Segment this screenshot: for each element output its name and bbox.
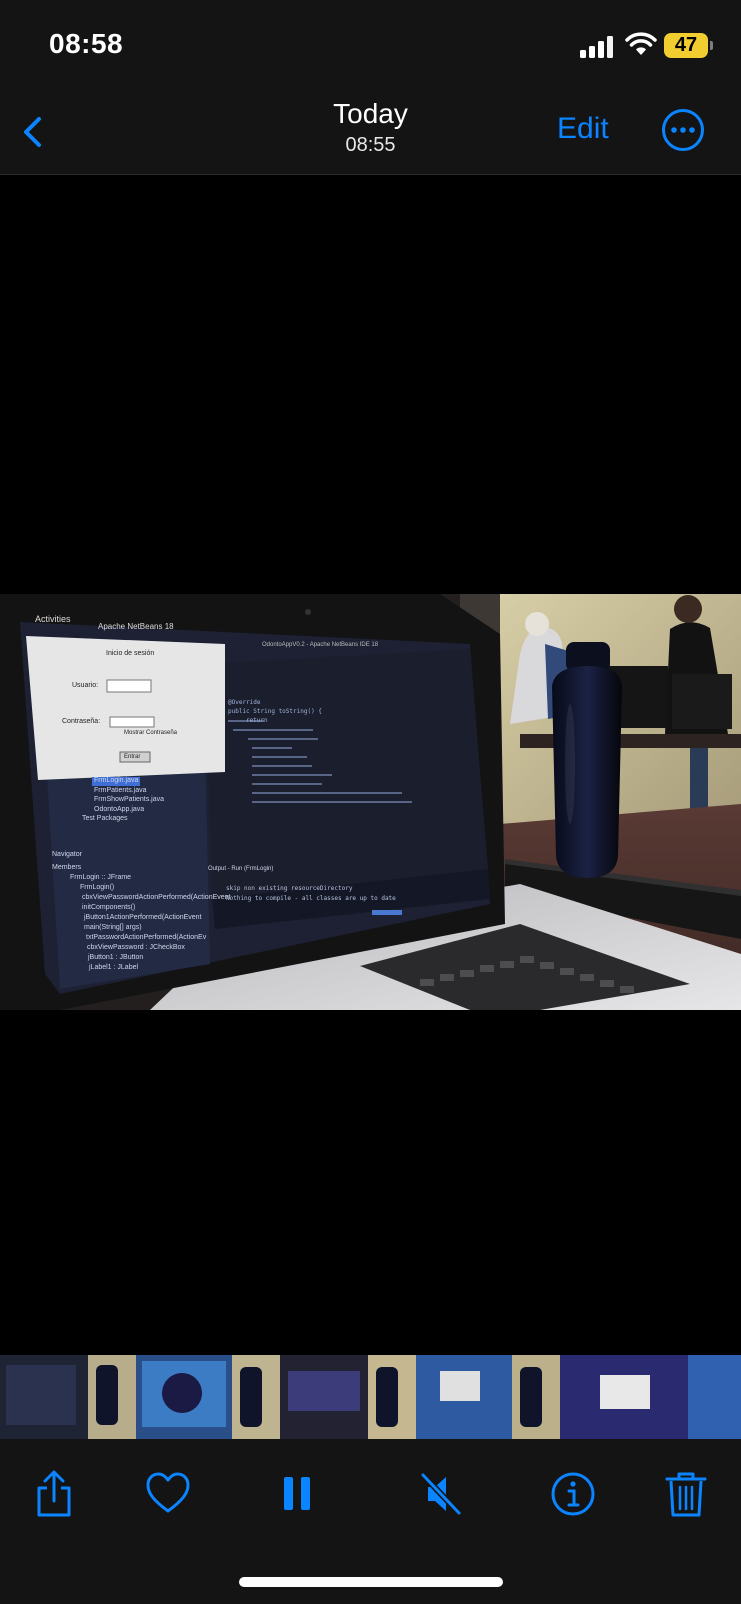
cellular-signal-icon xyxy=(580,34,616,58)
navigator-panel: Navigator Members FrmLogin :: JFrame Frm… xyxy=(52,850,231,973)
output-line: Nothing to compile - all classes are up … xyxy=(226,895,396,902)
project-file-item: FrmPatients.java xyxy=(94,786,147,794)
navigator-item: jButton1ActionPerformed(ActionEvent xyxy=(84,914,202,921)
mute-icon[interactable] xyxy=(418,1469,464,1519)
project-files: FrmLogin.java FrmPatients.java FrmShowPa… xyxy=(80,776,164,824)
share-icon[interactable] xyxy=(31,1469,77,1519)
desktop-topbar-label: Activities xyxy=(35,614,71,624)
navigator-title: Navigator xyxy=(52,851,82,858)
battery-tip xyxy=(710,41,713,50)
netbeans-app-label: Apache NetBeans 18 xyxy=(98,622,174,631)
more-options-icon[interactable] xyxy=(661,108,705,152)
status-time: 08:58 xyxy=(49,28,124,59)
navigator-item: FrmLogin() xyxy=(80,884,115,891)
page-subtitle-time: 08:55 xyxy=(345,134,396,156)
battery-level: 47 xyxy=(664,33,708,58)
output-tab-label: Output - Run (FrmLogin) xyxy=(208,866,274,872)
ide-window-title: OdontoAppV0.2 - Apache NetBeans IDE 18 xyxy=(262,642,379,648)
code-editor: @Override public String toString() { ret… xyxy=(228,698,322,725)
edit-button[interactable]: Edit xyxy=(557,112,609,146)
login-user-label: Usuario: xyxy=(72,682,99,689)
navigation-bar: Today 08:55 Edit xyxy=(0,92,741,175)
thumbnail-images xyxy=(0,1355,741,1439)
thumbnail-strip[interactable] xyxy=(0,1355,741,1439)
project-file-item: FrmLogin.java xyxy=(94,777,139,784)
page-title: Today xyxy=(333,98,408,129)
status-bar: 08:58 47 xyxy=(0,0,741,92)
wifi-icon xyxy=(625,32,657,55)
home-indicator[interactable] xyxy=(239,1577,503,1587)
info-icon[interactable] xyxy=(550,1469,596,1519)
navigator-item: jButton1 : JButton xyxy=(88,954,144,961)
login-submit-label: Entrar xyxy=(124,754,141,760)
heart-icon[interactable] xyxy=(145,1469,191,1519)
navigator-item: cbxViewPassword : JCheckBox xyxy=(87,944,185,951)
output-line: skip non existing resourceDirectory xyxy=(226,885,353,892)
navigator-item: jLabel1 : JLabel xyxy=(89,964,139,971)
output-panel: skip non existing resourceDirectory Noth… xyxy=(226,884,396,904)
navigator-item: FrmLogin :: JFrame xyxy=(70,874,132,881)
login-password-label: Contraseña: xyxy=(62,718,101,725)
project-file-item: Test Packages xyxy=(82,815,128,822)
pause-icon[interactable] xyxy=(274,1469,320,1519)
navigator-item: initComponents() xyxy=(82,904,136,911)
login-dialog-title: Inicio de sesión xyxy=(106,650,155,657)
code-line: return xyxy=(246,717,268,724)
code-line: @Override xyxy=(228,699,261,706)
project-file-item: OdontoApp.java xyxy=(94,805,145,813)
code-line: public String toString() { xyxy=(228,708,322,715)
navigator-item: main(String[] args) xyxy=(84,924,142,931)
photo-viewer[interactable]: Activities Apache NetBeans 18 OdontoAppV… xyxy=(0,594,741,1010)
navigator-section: Members xyxy=(52,864,82,871)
project-file-item: FrmShowPatients.java xyxy=(94,796,165,803)
navigator-item: cbxViewPasswordActionPerformed(ActionEve… xyxy=(82,894,231,901)
trash-icon[interactable] xyxy=(663,1469,709,1519)
navigator-item: txtPasswordActionPerformed(ActionEv xyxy=(86,934,207,941)
login-show-password-label: Mostrar Contraseña xyxy=(124,730,178,736)
